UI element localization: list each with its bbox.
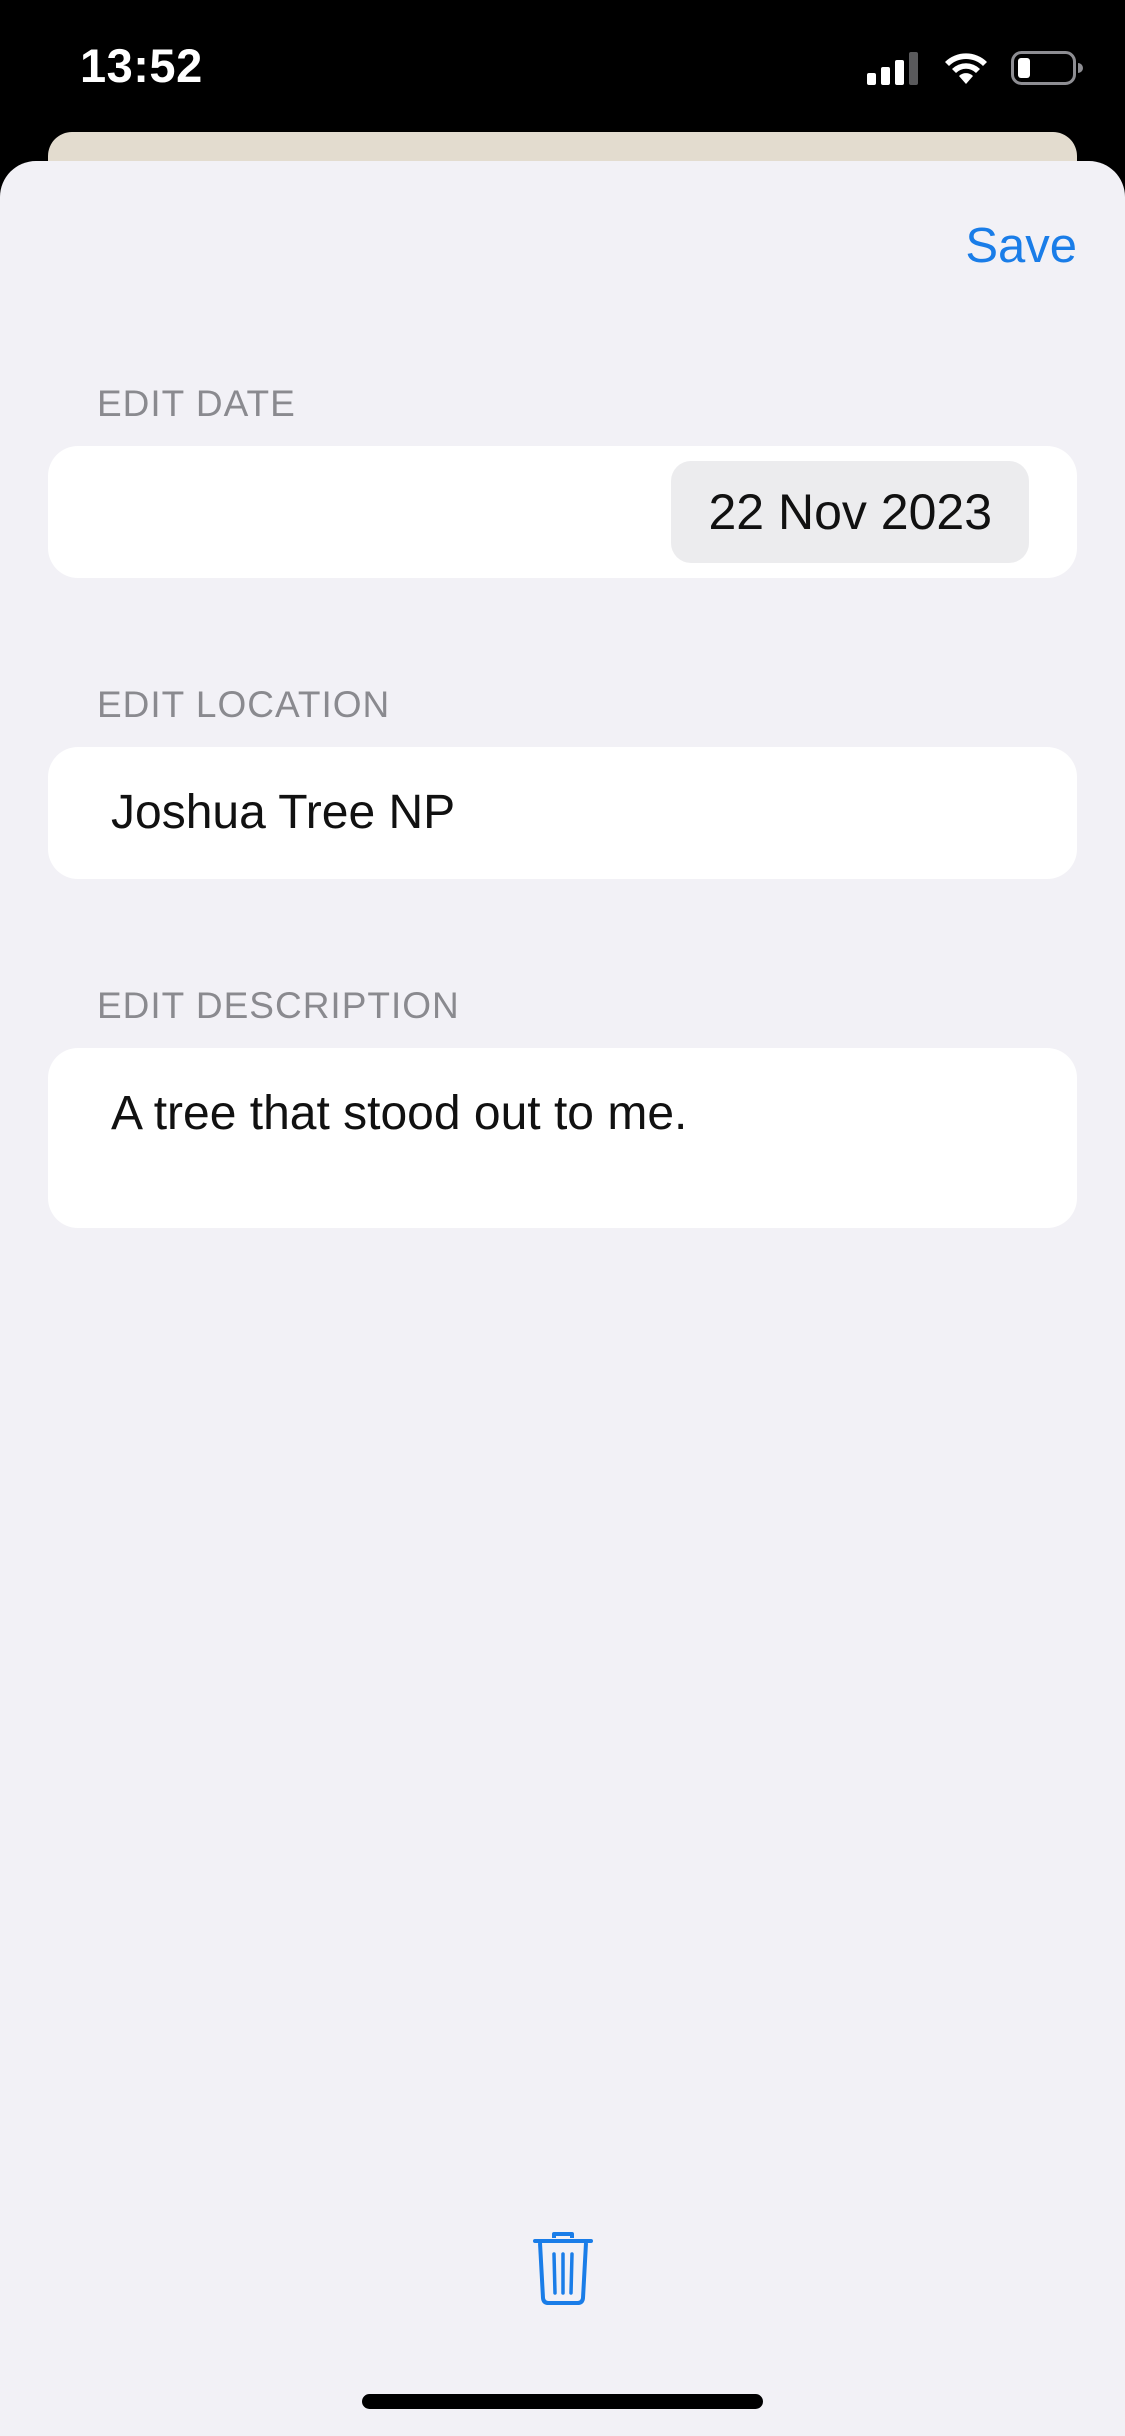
home-indicator	[362, 2394, 763, 2409]
wifi-icon	[943, 51, 989, 90]
description-field[interactable]: A tree that stood out to me.	[111, 1086, 1011, 1141]
delete-button[interactable]	[528, 2230, 598, 2310]
screen: 13:52 Save EDIT DATE 22 Nov 2023 EDIT LO…	[0, 0, 1125, 2436]
cellular-signal-icon	[867, 51, 921, 90]
edit-sheet: Save EDIT DATE 22 Nov 2023 EDIT LOCATION…	[0, 161, 1125, 2436]
save-button[interactable]: Save	[965, 218, 1077, 274]
location-card	[48, 747, 1077, 879]
edit-date-header: EDIT DATE	[97, 383, 296, 424]
status-icons	[867, 50, 1083, 90]
trash-icon	[533, 2231, 593, 2309]
edit-location-header: EDIT LOCATION	[97, 684, 391, 725]
status-bar: 13:52	[0, 0, 1125, 135]
edit-description-header: EDIT DESCRIPTION	[97, 985, 460, 1026]
description-card: A tree that stood out to me.	[48, 1048, 1077, 1228]
location-field[interactable]	[111, 785, 1011, 840]
date-card: 22 Nov 2023	[48, 446, 1077, 578]
battery-icon	[1011, 50, 1083, 90]
date-picker-button[interactable]: 22 Nov 2023	[671, 461, 1029, 563]
status-time: 13:52	[80, 39, 203, 92]
